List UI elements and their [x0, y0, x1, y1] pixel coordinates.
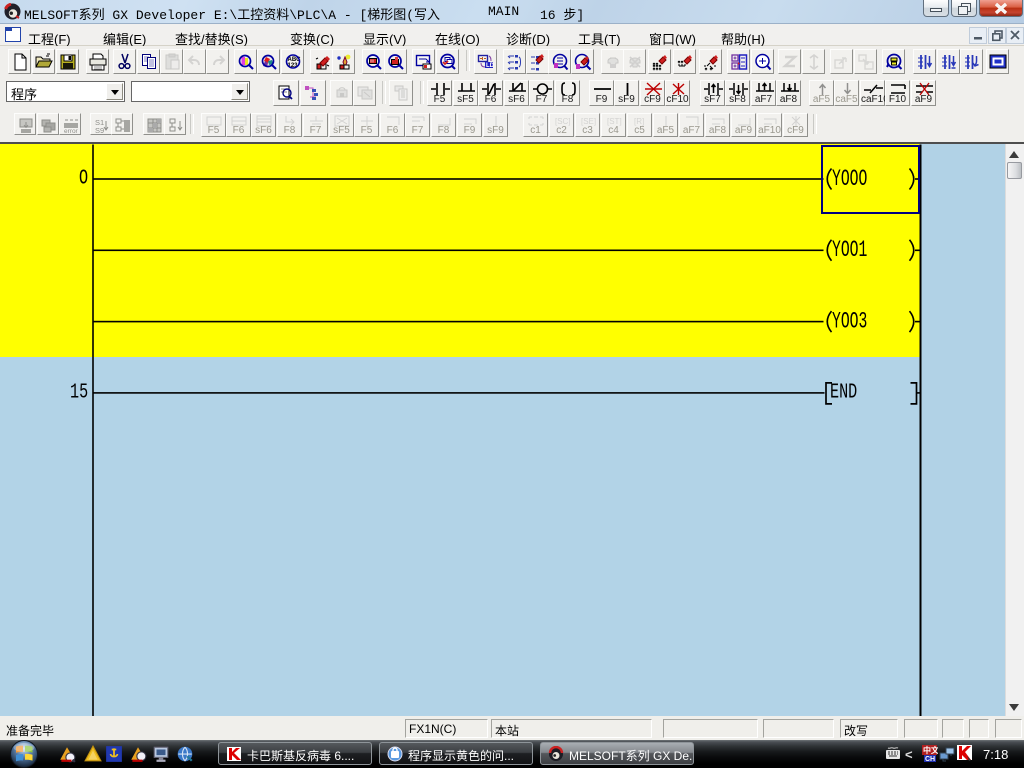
svg-text:15: 15	[70, 381, 88, 404]
svg-text:YOO1: YOO1	[832, 237, 867, 263]
svg-text:YOO3: YOO3	[832, 308, 867, 334]
svg-text:S9: S9	[95, 126, 104, 135]
svg-text:CH: CH	[925, 756, 935, 763]
svg-text:LD: LD	[486, 63, 495, 69]
svg-text:error: error	[64, 128, 79, 135]
svg-text:中文: 中文	[923, 745, 938, 755]
svg-text:END: END	[830, 381, 857, 404]
svg-text:O: O	[79, 167, 88, 190]
